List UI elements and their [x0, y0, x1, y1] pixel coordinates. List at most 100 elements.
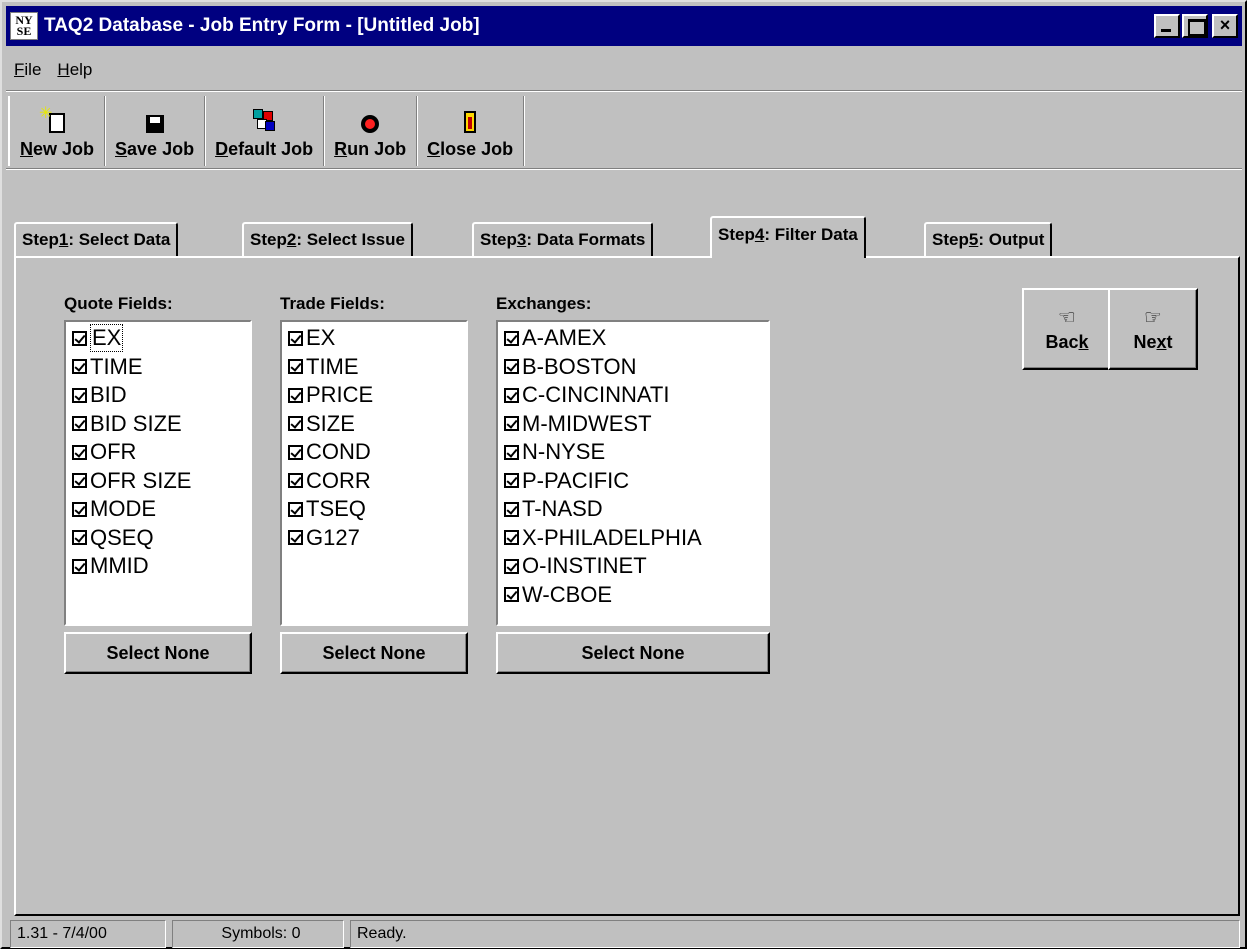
tab-2-mnemonic: 2 — [286, 230, 297, 249]
tab-4-text: : Filter Data — [764, 225, 858, 244]
checkbox[interactable] — [288, 530, 303, 546]
checkbox[interactable] — [504, 444, 519, 460]
checkbox[interactable] — [288, 444, 303, 460]
toolbar-separator — [6, 168, 1242, 170]
list-item[interactable]: OFR SIZE — [68, 467, 248, 496]
exchanges-select-none-button[interactable]: Select None — [496, 632, 770, 674]
list-item[interactable]: A-AMEX — [500, 324, 766, 353]
checkbox[interactable] — [72, 558, 87, 574]
checkbox[interactable] — [72, 501, 87, 517]
list-item[interactable]: O-INSTINET — [500, 552, 766, 581]
list-item[interactable]: P-PACIFIC — [500, 467, 766, 496]
back-button[interactable]: ☜ Back — [1022, 288, 1112, 370]
default-job-label: Default Job — [215, 139, 313, 160]
save-job-button[interactable]: Save Job — [105, 96, 206, 166]
title-bar[interactable]: NY SE TAQ2 Database - Job Entry Form - [… — [6, 6, 1242, 46]
next-button[interactable]: ☞ Next — [1108, 288, 1198, 370]
list-item[interactable]: MMID — [68, 552, 248, 581]
list-item[interactable]: TSEQ — [284, 495, 464, 524]
list-item[interactable]: BID SIZE — [68, 410, 248, 439]
list-item[interactable]: B-BOSTON — [500, 353, 766, 382]
menu-file[interactable]: File — [6, 60, 49, 80]
list-item[interactable]: W-CBOE — [500, 581, 766, 610]
list-item[interactable]: OFR — [68, 438, 248, 467]
trade-fields-list[interactable]: EX TIME PRICE SIZE COND CORR TSEQ G127 — [280, 320, 468, 626]
tab-step-2[interactable]: Step 2: Select Issue — [242, 222, 413, 256]
tab-4-mnemonic: 4 — [754, 225, 765, 244]
checkbox[interactable] — [504, 558, 519, 574]
exchanges-list[interactable]: A-AMEX B-BOSTON C-CINCINNATI M-MIDWEST N… — [496, 320, 770, 626]
checkbox[interactable] — [288, 501, 303, 517]
save-job-icon — [145, 115, 164, 133]
list-item-label: A-AMEX — [522, 325, 607, 351]
list-item[interactable]: EX — [284, 324, 464, 353]
exchanges-label: Exchanges: — [496, 294, 592, 313]
checkbox[interactable] — [504, 330, 519, 346]
checkbox[interactable] — [288, 416, 303, 432]
tab-step-3[interactable]: Step 3: Data Formats — [472, 222, 654, 256]
list-item[interactable]: TIME — [68, 353, 248, 382]
list-item[interactable]: X-PHILADELPHIA — [500, 524, 766, 553]
checkbox[interactable] — [288, 473, 303, 489]
list-item[interactable]: SIZE — [284, 410, 464, 439]
checkbox[interactable] — [72, 473, 87, 489]
close-job-text: lose Job — [440, 139, 514, 159]
checkbox[interactable] — [504, 473, 519, 489]
list-item[interactable]: COND — [284, 438, 464, 467]
checkbox[interactable] — [72, 330, 87, 346]
checkbox[interactable] — [504, 359, 519, 375]
default-job-icon — [251, 107, 277, 133]
tab-1-mnemonic: 1 — [58, 230, 69, 249]
checkbox[interactable] — [72, 416, 87, 432]
tab-step-5[interactable]: Step 5: Output — [924, 222, 1053, 256]
tab-5-mnemonic: 5 — [968, 230, 979, 249]
list-item[interactable]: QSEQ — [68, 524, 248, 553]
list-item[interactable]: BID — [68, 381, 248, 410]
checkbox[interactable] — [504, 530, 519, 546]
list-item-label: W-CBOE — [522, 581, 613, 607]
list-item[interactable]: G127 — [284, 524, 464, 553]
status-message: Ready. — [350, 920, 1240, 948]
checkbox[interactable] — [288, 330, 303, 346]
list-item[interactable]: PRICE — [284, 381, 464, 410]
run-job-icon — [361, 115, 380, 133]
close-window-button[interactable]: × — [1212, 14, 1238, 38]
list-item[interactable]: T-NASD — [500, 495, 766, 524]
checkbox[interactable] — [72, 530, 87, 546]
tab-1-text: : Select Data — [68, 230, 171, 249]
maximize-button[interactable] — [1182, 14, 1208, 38]
trade-select-none-button[interactable]: Select None — [280, 632, 468, 674]
tab-step-4[interactable]: Step 4: Filter Data — [710, 216, 866, 258]
default-job-button[interactable]: Default Job — [205, 96, 325, 166]
checkbox[interactable] — [504, 416, 519, 432]
checkbox[interactable] — [288, 387, 303, 403]
run-job-button[interactable]: Run Job — [324, 96, 418, 166]
tab-step-1[interactable]: Step 1: Select Data — [14, 222, 179, 256]
checkbox[interactable] — [504, 587, 519, 603]
checkbox[interactable] — [504, 387, 519, 403]
minimize-button[interactable] — [1154, 14, 1180, 38]
tab-2-pre: Step — [250, 230, 287, 249]
menu-help[interactable]: Help — [49, 60, 100, 80]
list-item[interactable]: TIME — [284, 353, 464, 382]
list-item[interactable]: C-CINCINNATI — [500, 381, 766, 410]
checkbox[interactable] — [72, 444, 87, 460]
new-job-button[interactable]: New Job — [8, 96, 106, 166]
checkbox[interactable] — [72, 359, 87, 375]
list-item[interactable]: MODE — [68, 495, 248, 524]
menu-separator — [6, 90, 1242, 92]
quote-select-none-button[interactable]: Select None — [64, 632, 252, 674]
list-item-label: SIZE — [306, 410, 355, 436]
list-item[interactable]: M-MIDWEST — [500, 410, 766, 439]
checkbox[interactable] — [288, 359, 303, 375]
nyse-app-icon[interactable]: NY SE — [10, 12, 38, 40]
close-job-button[interactable]: Close Job — [417, 96, 525, 166]
checkbox[interactable] — [504, 501, 519, 517]
list-item[interactable]: EX — [68, 324, 248, 353]
next-text-end: t — [1166, 332, 1173, 352]
menu-help-label: elp — [69, 60, 93, 79]
quote-fields-list[interactable]: EX TIME BID BID SIZE OFR OFR SIZE MODE Q… — [64, 320, 252, 626]
checkbox[interactable] — [72, 387, 87, 403]
list-item[interactable]: CORR — [284, 467, 464, 496]
list-item[interactable]: N-NYSE — [500, 438, 766, 467]
